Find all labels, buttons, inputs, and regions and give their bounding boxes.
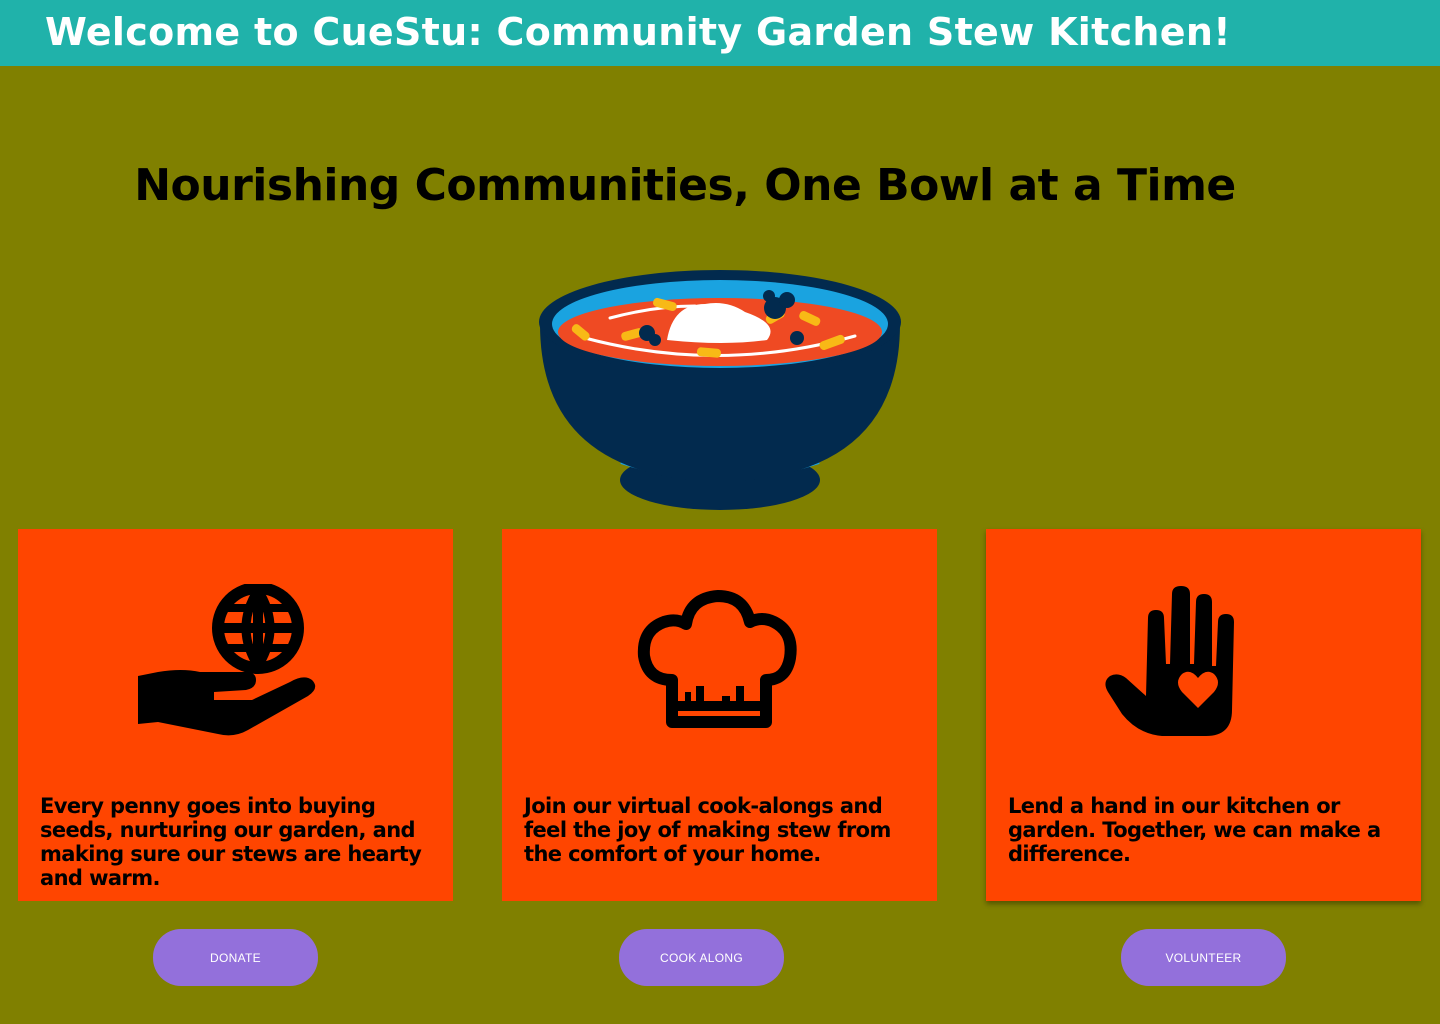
- volunteer-card: Lend a hand in our kitchen or garden. To…: [986, 529, 1421, 901]
- cook-along-button[interactable]: COOK ALONG: [619, 929, 784, 986]
- chef-hat-icon: [637, 590, 797, 728]
- volunteer-description: Lend a hand in our kitchen or garden. To…: [1008, 794, 1381, 866]
- hero-headline: Nourishing Communities, One Bowl at a Ti…: [134, 160, 1236, 211]
- stew-bowl-icon: [539, 270, 901, 510]
- cook-along-description: Join our virtual cook-alongs and feel th…: [524, 794, 891, 866]
- donate-button[interactable]: DONATE: [153, 929, 318, 986]
- top-banner: Welcome to CueStu: Community Garden Stew…: [0, 0, 1440, 66]
- donate-description: Every penny goes into buying seeds, nurt…: [40, 794, 422, 890]
- donate-card: Every penny goes into buying seeds, nurt…: [18, 529, 453, 901]
- hand-holding-globe-icon: [138, 584, 316, 736]
- hand-heart-icon: [1105, 586, 1234, 736]
- volunteer-button[interactable]: VOLUNTEER: [1121, 929, 1286, 986]
- cook-along-card: Join our virtual cook-alongs and feel th…: [502, 529, 937, 901]
- site-title: Welcome to CueStu: Community Garden Stew…: [45, 10, 1231, 54]
